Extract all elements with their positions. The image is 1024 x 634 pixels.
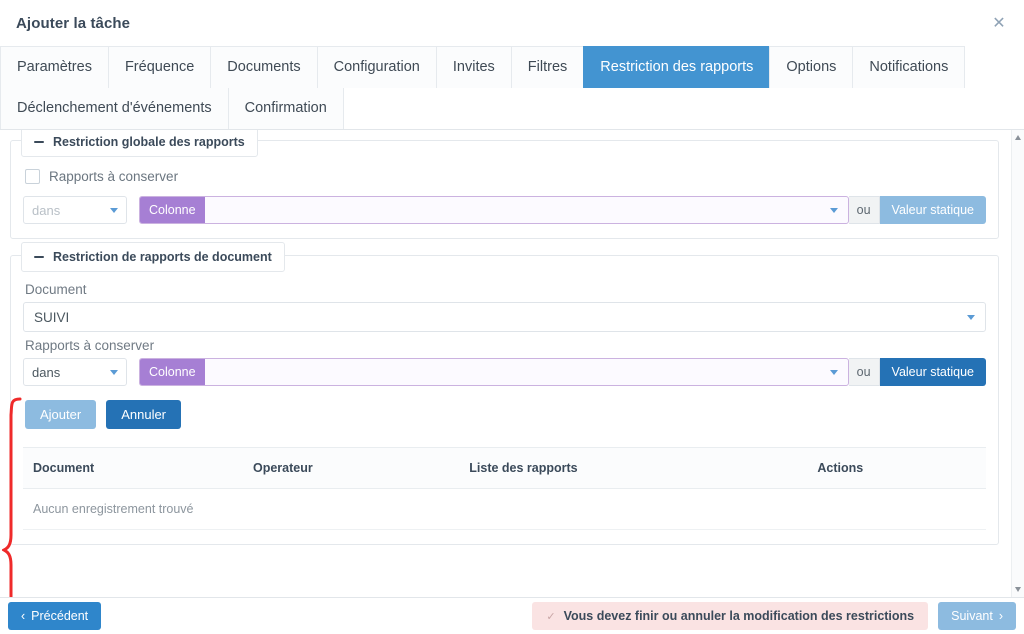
document-condition-row: dans Colonne ou Valeur statique: [23, 358, 986, 386]
document-restriction-legend[interactable]: Restriction de rapports de document: [21, 242, 285, 272]
tab-fr-quence[interactable]: Fréquence: [107, 46, 212, 88]
global-restriction-panel: Restriction globale des rapports Rapport…: [10, 130, 999, 239]
status-badge-label: Vous devez finir ou annuler la modificat…: [563, 609, 915, 623]
restrictions-table: Document Operateur Liste des rapports Actio…: [23, 447, 986, 530]
table-column-header: Document: [23, 447, 243, 489]
next-button[interactable]: Suivant ›: [938, 602, 1016, 630]
tab-restriction-des-rapports[interactable]: Restriction des rapports: [583, 46, 771, 88]
tab-row-primary: Paramètres Fréquence Documents Configuratio…: [0, 46, 1024, 88]
modal-body: Restriction globale des rapports Rapport…: [0, 130, 1024, 597]
document-ou-label: ou: [848, 358, 880, 386]
global-ou-label: ou: [848, 196, 880, 224]
scroll-up-icon[interactable]: [1015, 135, 1021, 140]
previous-button-label: Précédent: [31, 609, 89, 623]
minus-icon: [34, 256, 44, 258]
tab-d-clenchement-d-v-nements[interactable]: Déclenchement d'événements: [0, 88, 229, 129]
page-title: Ajouter la tâche: [16, 14, 131, 32]
minus-icon: [34, 141, 44, 143]
add-task-modal: Ajouter la tâche ✕ Paramètres Fréquence Do…: [0, 0, 1024, 634]
global-reports-checkbox-label: Rapports à conserver: [49, 169, 179, 184]
chevron-down-icon: [829, 207, 838, 213]
document-restriction-legend-label: Restriction de rapports de document: [53, 250, 272, 264]
global-static-value-button[interactable]: Valeur statique: [879, 196, 986, 224]
tab-configuration[interactable]: Configuration: [316, 46, 437, 88]
document-static-value-button[interactable]: Valeur statique: [879, 358, 986, 386]
modal-header: Ajouter la tâche ✕: [0, 0, 1024, 46]
document-column-input[interactable]: Colonne: [139, 358, 849, 386]
global-reports-checkbox-row: Rapports à conserver: [25, 169, 986, 184]
tab-bar: Paramètres Fréquence Documents Configuratio…: [0, 46, 1024, 130]
table-header-row: Document Operateur Liste des rapports Actio…: [23, 447, 986, 489]
chevron-down-icon: [110, 207, 118, 213]
next-button-label: Suivant: [951, 609, 993, 623]
chevron-down-icon: [829, 369, 838, 375]
tab-options[interactable]: Options: [769, 46, 854, 88]
document-select[interactable]: SUIVI: [23, 302, 986, 332]
global-operator-select[interactable]: dans: [23, 196, 127, 224]
tab-row-secondary: Déclenchement d'événements Confirmation: [0, 88, 1024, 129]
global-restriction-legend[interactable]: Restriction globale des rapports: [21, 130, 258, 157]
global-column-token: Colonne: [140, 197, 205, 223]
table-head: Document Operateur Liste des rapports Actio…: [23, 447, 986, 489]
document-restriction-panel: Restriction de rapports de document Docu…: [10, 242, 999, 545]
global-restriction-legend-label: Restriction globale des rapports: [53, 135, 245, 149]
chevron-down-icon: [110, 369, 118, 375]
global-reports-checkbox[interactable]: [25, 169, 40, 184]
tab-notifications[interactable]: Notifications: [852, 46, 966, 88]
table-body: Aucun enregistrement trouvé: [23, 488, 986, 530]
document-column-token: Colonne: [140, 359, 205, 385]
tab-filtres[interactable]: Filtres: [510, 46, 585, 88]
global-condition-row: dans Colonne ou Valeur statique: [23, 196, 986, 224]
scroll-down-icon[interactable]: [1015, 587, 1021, 592]
add-button[interactable]: Ajouter: [25, 400, 97, 429]
document-select-value: SUIVI: [34, 309, 70, 325]
tab-param-tres[interactable]: Paramètres: [0, 46, 109, 88]
modal-footer: ‹ Précédent ✓ Vous devez finir ou annule…: [0, 597, 1024, 634]
close-icon[interactable]: ✕: [988, 13, 1010, 35]
vertical-scrollbar[interactable]: [1011, 130, 1024, 597]
document-operator-value: dans: [32, 364, 61, 380]
previous-button[interactable]: ‹ Précédent: [8, 602, 102, 630]
table-empty-message: Aucun enregistrement trouvé: [23, 488, 986, 530]
chevron-left-icon: ‹: [21, 609, 26, 623]
document-action-buttons: Ajouter Annuler: [25, 400, 986, 429]
table-column-header: Operateur: [243, 447, 460, 489]
global-operator-value: dans: [32, 202, 61, 218]
tab-documents[interactable]: Documents: [210, 46, 318, 88]
document-operator-select[interactable]: dans: [23, 358, 127, 386]
chevron-down-icon: [967, 314, 975, 320]
status-badge: ✓ Vous devez finir ou annuler la modific…: [532, 602, 929, 630]
scroll-area: Restriction globale des rapports Rapport…: [0, 130, 1011, 597]
tab-invites[interactable]: Invites: [435, 46, 512, 88]
check-icon: ✓: [546, 610, 556, 623]
reports-field-label: Rapports à conserver: [25, 338, 155, 353]
table-column-header: Liste des rapports: [459, 447, 808, 489]
table-column-header: Actions: [807, 447, 986, 489]
global-column-input[interactable]: Colonne: [139, 196, 849, 224]
tab-confirmation[interactable]: Confirmation: [227, 88, 344, 129]
cancel-button[interactable]: Annuler: [106, 400, 182, 429]
table-empty-row: Aucun enregistrement trouvé: [23, 488, 986, 530]
chevron-right-icon: ›: [998, 609, 1003, 623]
document-field-label: Document: [25, 282, 87, 297]
